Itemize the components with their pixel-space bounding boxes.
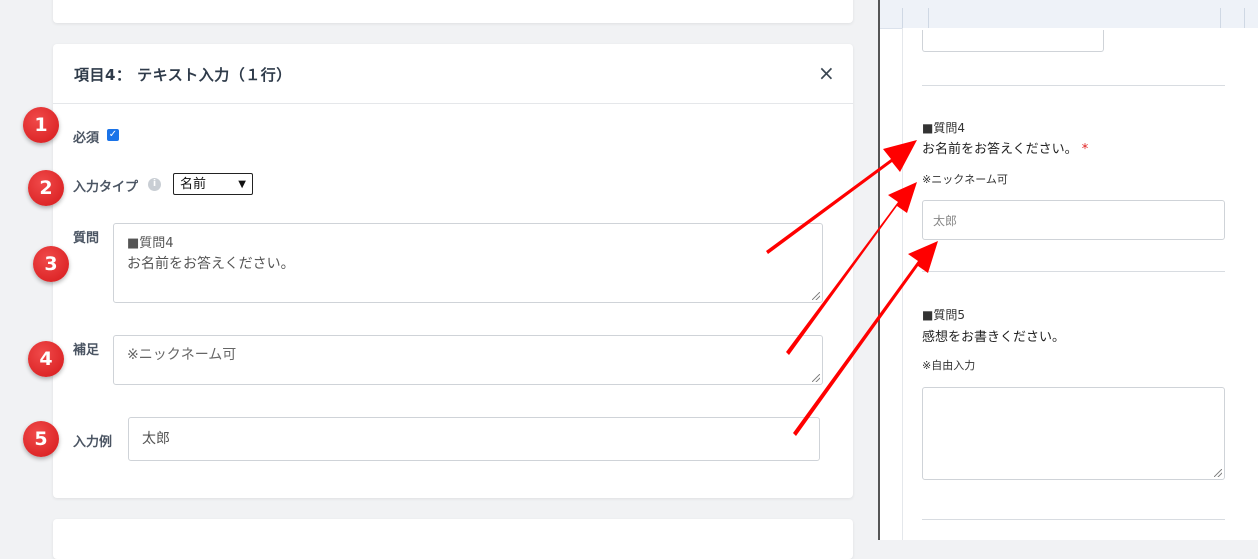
arrow-to-example bbox=[793, 241, 938, 436]
annotation-arrows bbox=[766, 140, 938, 436]
arrow-to-note bbox=[786, 182, 917, 355]
